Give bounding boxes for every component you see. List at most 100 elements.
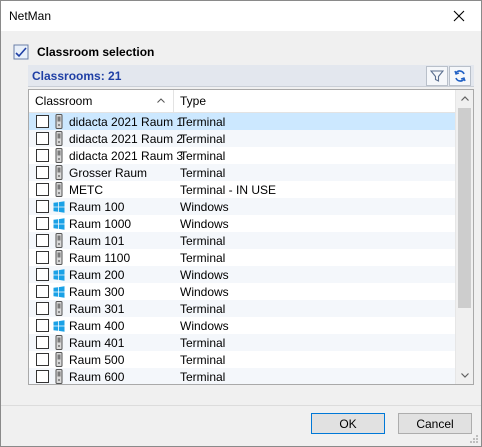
- terminal-icon: [54, 250, 64, 265]
- group-title: Classroom selection: [37, 45, 155, 59]
- classroom-type: Windows: [180, 217, 229, 231]
- table-row[interactable]: Raum 500 Terminal: [29, 351, 455, 368]
- ok-button[interactable]: OK: [311, 413, 385, 434]
- netman-dialog: NetMan Classroom selection Classrooms: 2…: [0, 0, 482, 447]
- terminal-icon: [54, 335, 64, 350]
- row-checkbox[interactable]: [36, 132, 49, 145]
- classroom-type: Windows: [180, 285, 229, 299]
- classroom-name: Raum 1100: [69, 251, 131, 265]
- row-checkbox[interactable]: [36, 166, 49, 179]
- classroom-name: didacta 2021 Raum 1: [69, 115, 184, 129]
- classroom-name: Raum 300: [69, 285, 125, 299]
- terminal-icon: [54, 114, 64, 129]
- table-row[interactable]: Raum 400 Windows: [29, 317, 455, 334]
- row-checkbox[interactable]: [36, 200, 49, 213]
- terminal-icon: [54, 148, 64, 163]
- scroll-thumb[interactable]: [458, 108, 471, 308]
- classroom-count: Classrooms: 21: [32, 69, 122, 83]
- footer-separator: [1, 405, 481, 406]
- table-row[interactable]: Raum 100 Windows: [29, 198, 455, 215]
- windows-icon: [53, 320, 65, 332]
- terminal-icon: [54, 352, 64, 367]
- table-row[interactable]: Grosser Raum Terminal: [29, 164, 455, 181]
- row-checkbox[interactable]: [36, 149, 49, 162]
- classroom-name: Raum 101: [69, 234, 125, 248]
- classroom-type: Terminal: [180, 149, 226, 163]
- classroom-name: Raum 500: [69, 353, 125, 367]
- table-row[interactable]: Raum 101 Terminal: [29, 232, 455, 249]
- classroom-type: Terminal: [180, 132, 226, 146]
- terminal-icon: [54, 165, 64, 180]
- table-row[interactable]: Raum 1100 Terminal: [29, 249, 455, 266]
- classroom-name: Raum 200: [69, 268, 125, 282]
- classroom-type: Terminal: [180, 234, 226, 248]
- checklist-icon: [13, 44, 29, 60]
- close-button[interactable]: [437, 1, 481, 31]
- classroom-name: Raum 1000: [69, 217, 132, 231]
- filter-button[interactable]: [426, 66, 448, 86]
- table-row[interactable]: didacta 2021 Raum 2 Terminal: [29, 130, 455, 147]
- table-row[interactable]: Raum 1000 Windows: [29, 215, 455, 232]
- row-checkbox[interactable]: [36, 268, 49, 281]
- classroom-type: Windows: [180, 200, 229, 214]
- filter-icon: [430, 70, 444, 82]
- classroom-list[interactable]: Classroom Type didacta 2021 Raum 1 Termin…: [28, 89, 474, 385]
- close-icon: [453, 10, 465, 22]
- row-checkbox[interactable]: [36, 302, 49, 315]
- row-checkbox[interactable]: [36, 115, 49, 128]
- terminal-icon: [54, 369, 64, 384]
- column-header-classroom[interactable]: Classroom: [29, 90, 174, 113]
- row-checkbox[interactable]: [36, 319, 49, 332]
- terminal-icon: [54, 233, 64, 248]
- classroom-name: METC: [69, 183, 103, 197]
- classroom-type: Windows: [180, 319, 229, 333]
- table-row[interactable]: Raum 300 Windows: [29, 283, 455, 300]
- table-row[interactable]: METC Terminal - IN USE: [29, 181, 455, 198]
- table-row[interactable]: Raum 401 Terminal: [29, 334, 455, 351]
- classroom-name: Raum 100: [69, 200, 125, 214]
- chevron-up-icon: [461, 96, 469, 101]
- vertical-scrollbar[interactable]: [455, 90, 473, 384]
- table-row[interactable]: didacta 2021 Raum 1 Terminal: [29, 113, 455, 130]
- classroom-name: didacta 2021 Raum 3: [69, 149, 184, 163]
- classroom-name: Raum 401: [69, 336, 125, 350]
- row-checkbox[interactable]: [36, 285, 49, 298]
- windows-icon: [53, 286, 65, 298]
- classroom-type: Terminal - IN USE: [180, 183, 277, 197]
- classroom-type: Terminal: [180, 353, 226, 367]
- classroom-name: Grosser Raum: [69, 166, 148, 180]
- classroom-type: Terminal: [180, 302, 226, 316]
- list-header: Classroom Type: [29, 90, 455, 113]
- column-header-type[interactable]: Type: [174, 90, 455, 113]
- scroll-up-button[interactable]: [456, 90, 473, 107]
- row-checkbox[interactable]: [36, 251, 49, 264]
- classroom-name: Raum 301: [69, 302, 125, 316]
- classroom-name: didacta 2021 Raum 2: [69, 132, 184, 146]
- classroom-type: Terminal: [180, 115, 226, 129]
- row-checkbox[interactable]: [36, 183, 49, 196]
- classroom-type: Windows: [180, 268, 229, 282]
- table-row[interactable]: Raum 200 Windows: [29, 266, 455, 283]
- group-header: Classroom selection: [13, 43, 154, 61]
- table-row[interactable]: didacta 2021 Raum 3 Terminal: [29, 147, 455, 164]
- terminal-icon: [54, 301, 64, 316]
- classroom-type: Terminal: [180, 336, 226, 350]
- table-row[interactable]: Raum 600 Terminal: [29, 368, 455, 384]
- row-checkbox[interactable]: [36, 336, 49, 349]
- terminal-icon: [54, 131, 64, 146]
- row-checkbox[interactable]: [36, 353, 49, 366]
- row-checkbox[interactable]: [36, 234, 49, 247]
- classroom-name: Raum 400: [69, 319, 125, 333]
- windows-icon: [53, 269, 65, 281]
- refresh-button[interactable]: [449, 66, 471, 86]
- windows-icon: [53, 218, 65, 230]
- row-checkbox[interactable]: [36, 370, 49, 383]
- resize-grip-icon[interactable]: [469, 434, 479, 444]
- title-bar: NetMan: [1, 1, 481, 31]
- scroll-down-button[interactable]: [456, 367, 473, 384]
- row-checkbox[interactable]: [36, 217, 49, 230]
- classroom-type: Terminal: [180, 370, 226, 384]
- refresh-icon: [454, 70, 466, 82]
- cancel-button[interactable]: Cancel: [398, 413, 472, 434]
- table-row[interactable]: Raum 301 Terminal: [29, 300, 455, 317]
